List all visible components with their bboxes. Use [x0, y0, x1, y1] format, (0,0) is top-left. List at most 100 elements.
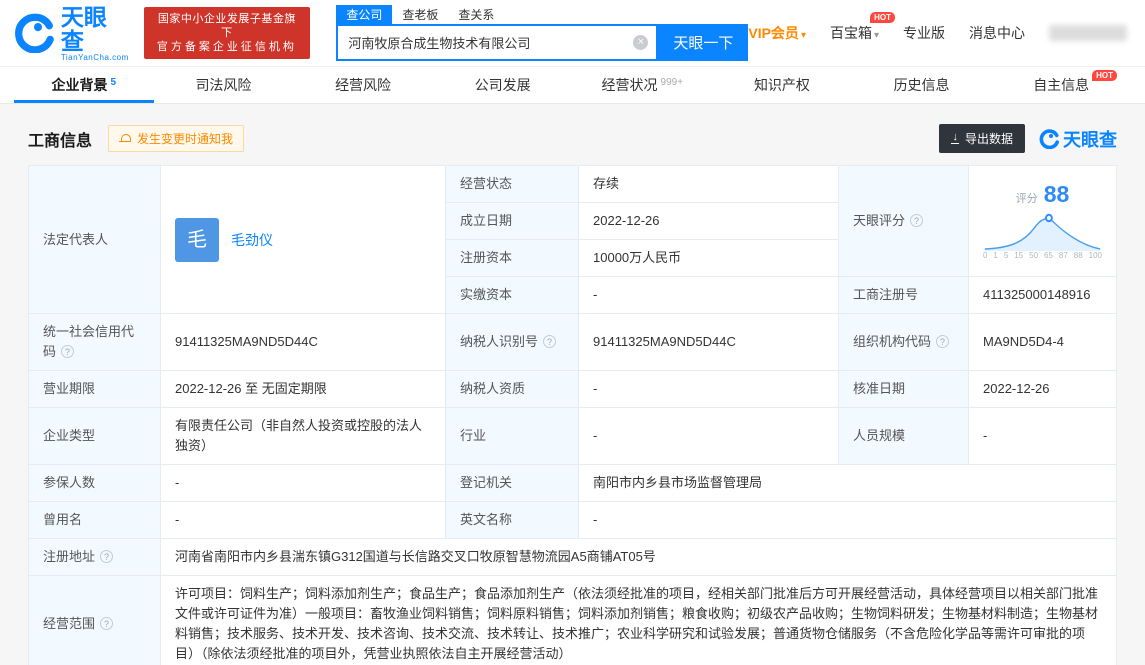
- gov-badge-line2: 官方备案企业征信机构: [156, 41, 297, 53]
- value-establish-date: 2022-12-26: [578, 202, 839, 240]
- label-industry: 行业: [445, 407, 579, 465]
- label-registered-address: 注册地址?: [28, 538, 161, 576]
- page: 天眼查 TianYanCha.com 国家中小企业发展子基金旗下 官方备案企业征…: [0, 0, 1145, 665]
- search-button[interactable]: 天眼一下: [658, 24, 749, 61]
- legal-rep-cell: 毛 毛劲仪: [160, 165, 446, 314]
- hot-badge: HOT: [1092, 70, 1117, 81]
- label-registry-authority: 登记机关: [445, 464, 579, 502]
- tab-self-info[interactable]: 自主信息 HOT: [991, 67, 1131, 103]
- value-former-name: -: [160, 501, 446, 539]
- label-credit-code: 统一社会信用代码?: [28, 313, 161, 371]
- score-axis: 0 1 5 15 50 65 87 88 100: [983, 251, 1102, 260]
- value-approval-date: 2022-12-26: [968, 370, 1117, 408]
- section-title: 工商信息: [28, 132, 93, 150]
- value-taxpayer-quality: -: [578, 370, 839, 408]
- search-tab-company[interactable]: 查公司: [336, 4, 393, 25]
- tianyan-score-chart: 评分 88 0 1 5 15 50 65 87 88 100: [968, 165, 1117, 277]
- hot-badge: HOT: [870, 12, 895, 23]
- main-content: 工商信息 发生变更时通知我 ↓ 导出数据 天眼查 法定代表人 毛 毛劲仪 经营状…: [0, 104, 1145, 665]
- chevron-down-icon: ▾: [800, 30, 806, 41]
- value-english-name: -: [578, 501, 1117, 539]
- tab-intellectual-property[interactable]: 知识产权: [712, 67, 852, 103]
- value-company-type: 有限责任公司（非自然人投资或控股的法人独资）: [160, 407, 446, 465]
- gov-badge-line1: 国家中小企业发展子基金旗下: [157, 13, 296, 39]
- tianyancha-logo[interactable]: 天眼查 TianYanCha.com: [14, 5, 130, 62]
- help-icon[interactable]: ?: [543, 335, 557, 348]
- score-curve: [984, 213, 1101, 251]
- search-tabs: 查公司 查老板 查关系: [336, 4, 748, 25]
- label-tianyan-score: 天眼评分?: [838, 165, 969, 277]
- value-paid-in-capital: -: [578, 276, 839, 314]
- search-tab-relation[interactable]: 查关系: [448, 5, 504, 25]
- brand-name: 天眼查: [60, 3, 107, 54]
- tianyancha-logo-icon: [15, 13, 54, 53]
- message-center-menu-item[interactable]: 消息中心: [969, 23, 1025, 43]
- pro-version-menu-item[interactable]: 专业版: [903, 23, 945, 43]
- chevron-down-icon: ▾: [873, 30, 879, 41]
- value-staff-size: -: [968, 407, 1117, 465]
- label-business-status: 经营状态: [445, 165, 579, 203]
- legal-rep-avatar[interactable]: 毛: [175, 217, 219, 262]
- help-icon[interactable]: ?: [100, 550, 114, 563]
- help-icon[interactable]: ?: [100, 617, 114, 630]
- value-registered-capital: 10000万人民币: [578, 239, 839, 277]
- value-registration-number: 411325000148916: [968, 276, 1117, 314]
- tab-judicial-risk[interactable]: 司法风险: [154, 67, 294, 103]
- tab-history-info[interactable]: 历史信息: [852, 67, 992, 103]
- label-staff-size: 人员规模: [838, 407, 969, 465]
- label-approval-date: 核准日期: [838, 370, 969, 408]
- notify-on-change-button[interactable]: 发生变更时通知我: [108, 125, 245, 152]
- toolbox-menu-item[interactable]: 百宝箱 ▾ HOT: [830, 12, 895, 43]
- business-info-table: 法定代表人 毛 毛劲仪 经营状态 存续 天眼评分? 评分 88 0 1 5 15…: [28, 165, 1117, 665]
- gov-certification-badge: 国家中小企业发展子基金旗下 官方备案企业征信机构: [143, 7, 311, 59]
- label-registered-capital: 注册资本: [445, 239, 579, 277]
- label-business-scope: 经营范围?: [28, 575, 161, 665]
- search-area: 查公司 查老板 查关系 × 天眼一下: [336, 4, 749, 61]
- score-caption: 评分: [1015, 193, 1038, 205]
- top-header: 天眼查 TianYanCha.com 国家中小企业发展子基金旗下 官方备案企业征…: [0, 0, 1145, 66]
- value-business-term: 2022-12-26 至 无固定期限: [160, 370, 446, 408]
- search-tab-boss[interactable]: 查老板: [392, 5, 448, 25]
- tab-company-background[interactable]: 企业背景 5: [14, 67, 154, 103]
- score-value: 88: [1043, 181, 1070, 207]
- legal-rep-link[interactable]: 毛劲仪: [231, 230, 273, 250]
- user-account-blurred[interactable]: [1049, 25, 1127, 41]
- search-input[interactable]: [338, 26, 657, 59]
- value-credit-code: 91411325MA9ND5D44C: [160, 313, 446, 371]
- value-insured-count: -: [160, 464, 446, 502]
- search-input-wrap: ×: [336, 24, 659, 61]
- label-registration-number: 工商注册号: [838, 276, 969, 314]
- label-paid-in-capital: 实缴资本: [445, 276, 579, 314]
- tab-company-development[interactable]: 公司发展: [433, 67, 573, 103]
- tab-operational-risk[interactable]: 经营风险: [293, 67, 433, 103]
- value-taxpayer-id: 91411325MA9ND5D44C: [578, 313, 839, 371]
- download-icon: ↓: [951, 131, 959, 144]
- label-taxpayer-quality: 纳税人资质: [445, 370, 579, 408]
- vip-menu-item[interactable]: VIP会员 ▾: [748, 23, 806, 43]
- label-insured-count: 参保人数: [28, 464, 161, 502]
- help-icon[interactable]: ?: [936, 335, 950, 348]
- value-business-scope: 许可项目：饲料生产；饲料添加剂生产；食品生产；食品添加剂生产（依法须经批准的项目…: [160, 575, 1117, 665]
- label-establish-date: 成立日期: [445, 202, 579, 240]
- tianyancha-logo-icon: [1039, 128, 1059, 149]
- brand-domain: TianYanCha.com: [60, 52, 129, 62]
- tab-business-status[interactable]: 经营状况 999+: [573, 67, 713, 103]
- label-company-type: 企业类型: [28, 407, 161, 465]
- value-industry: -: [578, 407, 839, 465]
- company-nav-tabs: 企业背景 5 司法风险 经营风险 公司发展 经营状况 999+ 知识产权 历史信息 …: [0, 66, 1145, 104]
- label-taxpayer-id: 纳税人识别号?: [445, 313, 579, 371]
- value-business-status: 存续: [578, 165, 839, 203]
- section-bar: 工商信息 发生变更时通知我 ↓ 导出数据 天眼查: [28, 124, 1117, 153]
- value-registered-address: 河南省南阳市内乡县湍东镇G312国道与长信路交叉口牧原智慧物流园A5商铺AT05…: [160, 538, 1117, 576]
- help-icon[interactable]: ?: [910, 214, 924, 227]
- tianyancha-watermark: 天眼查: [1039, 126, 1117, 152]
- tab-count: 999+: [660, 77, 684, 88]
- export-data-button[interactable]: ↓ 导出数据: [939, 124, 1025, 153]
- label-org-code: 组织机构代码?: [838, 313, 969, 371]
- tab-count: 5: [110, 77, 117, 88]
- label-english-name: 英文名称: [445, 501, 579, 539]
- label-legal-rep: 法定代表人: [28, 165, 161, 314]
- bell-icon: [119, 133, 132, 144]
- help-icon[interactable]: ?: [61, 345, 75, 358]
- value-registry-authority: 南阳市内乡县市场监督管理局: [578, 464, 1117, 502]
